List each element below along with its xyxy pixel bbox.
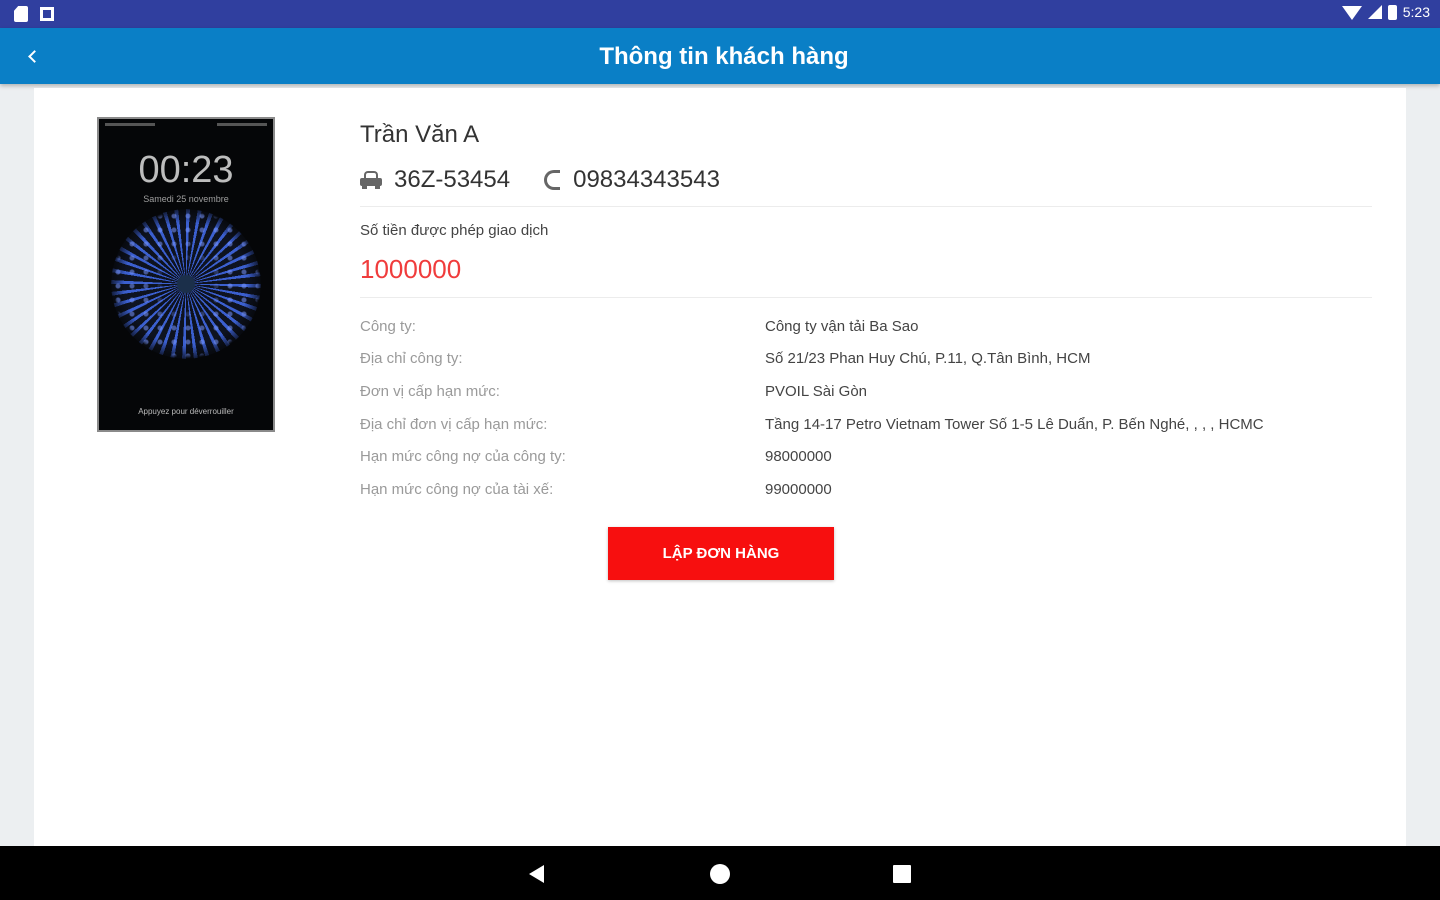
photo-status-strip [105, 123, 267, 127]
detail-value: PVOIL Sài Gòn [765, 382, 867, 400]
detail-value: Công ty vận tải Ba Sao [765, 317, 919, 335]
status-time: 5:23 [1402, 4, 1430, 20]
customer-name: Trần Văn A [360, 121, 480, 148]
status-bar: 5:23 [0, 0, 1440, 28]
battery-icon [1387, 4, 1397, 20]
detail-value: Tầng 14-17 Petro Vietnam Tower Số 1-5 Lê… [765, 415, 1264, 433]
page-title: Thông tin khách hàng [599, 43, 849, 70]
detail-row-company-address: Địa chỉ công ty: Số 21/23 Phan Huy Chú, … [360, 343, 1264, 376]
divider [360, 206, 1372, 207]
system-nav-bar [0, 846, 1440, 900]
detail-row-issuer-address: Địa chỉ đơn vị cấp hạn mức: Tầng 14-17 P… [360, 408, 1264, 441]
detail-label: Công ty: [360, 317, 416, 335]
phone-number[interactable]: 09834343543 [573, 166, 720, 194]
wifi-icon [1341, 6, 1362, 20]
contact-row: 36Z-53454 09834343543 [360, 166, 720, 194]
detail-label: Hạn mức công nợ của tài xế: [360, 480, 554, 498]
photo-lock-date: Samedi 25 novembre [143, 194, 229, 204]
allowance-label: Số tiền được phép giao dịch [360, 222, 549, 239]
customer-details: Công ty: Công ty vận tải Ba Sao Địa chỉ … [360, 310, 1264, 506]
customer-photo: 00:23 Samedi 25 novembre Appuyez pour dé… [97, 117, 275, 432]
detail-label: Địa chỉ công ty: [360, 350, 463, 368]
photo-lock-time: 00:23 [138, 149, 234, 191]
square-notification-icon [40, 7, 54, 21]
detail-row-company: Công ty: Công ty vận tải Ba Sao [360, 310, 1264, 343]
create-order-button[interactable]: LẬP ĐƠN HÀNG [608, 527, 834, 580]
allowance-value: 1000000 [360, 254, 462, 284]
detail-value: 99000000 [765, 480, 832, 498]
nav-back-icon[interactable] [529, 865, 544, 883]
nav-home-icon[interactable] [710, 864, 730, 884]
license-plate: 36Z-53454 [394, 166, 511, 193]
customer-card: 00:23 Samedi 25 novembre Appuyez pour dé… [34, 88, 1406, 846]
detail-row-driver-credit-limit: Hạn mức công nợ của tài xế: 99000000 [360, 473, 1264, 506]
nav-recents-icon[interactable] [893, 865, 911, 883]
detail-value: 98000000 [765, 448, 832, 466]
detail-row-company-credit-limit: Hạn mức công nợ của công ty: 98000000 [360, 440, 1264, 473]
photo-unlock-hint: Appuyez pour déverrouiller [138, 407, 234, 416]
divider [360, 297, 1372, 298]
detail-label: Đơn vị cấp hạn mức: [360, 382, 500, 400]
detail-row-credit-issuer: Đơn vị cấp hạn mức: PVOIL Sài Gòn [360, 375, 1264, 408]
phone-icon [544, 170, 561, 190]
sd-card-icon [14, 6, 28, 22]
detail-label: Hạn mức công nợ của công ty: [360, 448, 566, 466]
detail-label: Địa chỉ đơn vị cấp hạn mức: [360, 415, 548, 433]
app-bar: Thông tin khách hàng [0, 28, 1440, 84]
detail-value: Số 21/23 Phan Huy Chú, P.11, Q.Tân Bình,… [765, 350, 1091, 368]
car-icon [360, 171, 382, 189]
photo-flower-dots [111, 209, 261, 359]
signal-icon [1367, 5, 1382, 19]
